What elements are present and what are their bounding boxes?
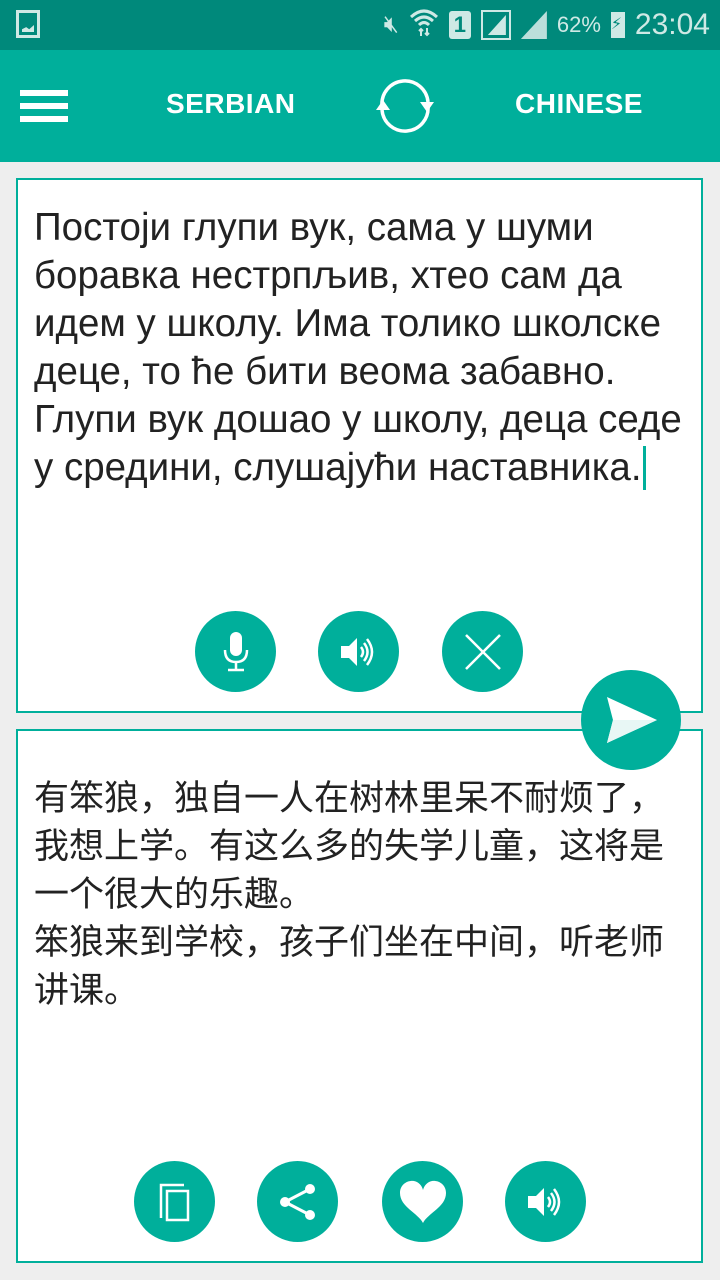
swap-languages-button[interactable]	[372, 78, 438, 134]
translation-panel: 有笨狼，独自一人在树林里呆不耐烦了，我想上学。有这么多的失学儿童，这将是一个很大…	[16, 729, 703, 1263]
target-language-button[interactable]: CHINESE	[515, 88, 643, 120]
copy-icon	[159, 1183, 189, 1221]
speaker-icon	[340, 637, 373, 666]
source-language-button[interactable]: SERBIAN	[166, 88, 296, 120]
vibrate-mute-icon: 🔇︎	[383, 11, 399, 38]
microphone-button[interactable]	[195, 611, 276, 692]
translated-text: 有笨狼，独自一人在树林里呆不耐烦了，我想上学。有这么多的失学儿童，这将是一个很大…	[34, 779, 665, 1011]
text-cursor	[642, 446, 646, 490]
signal-icon	[480, 10, 511, 40]
sim-icon: 1	[448, 11, 471, 39]
swap-arrows-icon	[376, 79, 434, 133]
favorite-button[interactable]	[382, 1161, 463, 1242]
heart-icon	[399, 1180, 446, 1223]
share-button[interactable]	[257, 1161, 338, 1242]
clock: 23:04	[634, 8, 710, 41]
share-icon	[279, 1183, 315, 1220]
clear-button[interactable]	[442, 611, 523, 692]
signal-icon-2	[520, 11, 547, 39]
send-icon	[607, 697, 657, 743]
copy-button[interactable]	[134, 1161, 215, 1242]
speak-source-button[interactable]	[318, 611, 399, 692]
wifi-icon	[409, 7, 439, 44]
gallery-icon	[16, 10, 40, 38]
source-text[interactable]: Постоји глупи вук, сама у шуми боравка н…	[34, 206, 693, 489]
battery-percent: 62%	[556, 12, 601, 37]
source-text-input[interactable]: Постоји глупи вук, сама у шуми боравка н…	[34, 204, 687, 492]
close-icon	[464, 633, 501, 670]
speak-target-button[interactable]	[505, 1161, 586, 1242]
hamburger-menu-icon[interactable]	[20, 90, 68, 126]
app-bar: SERBIAN CHINESE	[0, 50, 720, 162]
microphone-icon	[223, 631, 248, 671]
battery-charging-icon	[610, 12, 625, 38]
status-bar: 🔇︎ 1 62% 23:04	[0, 0, 720, 50]
speaker-icon	[527, 1187, 560, 1216]
status-icons: 🔇︎ 1 62% 23:04	[384, 0, 710, 50]
translate-button[interactable]	[581, 670, 681, 770]
